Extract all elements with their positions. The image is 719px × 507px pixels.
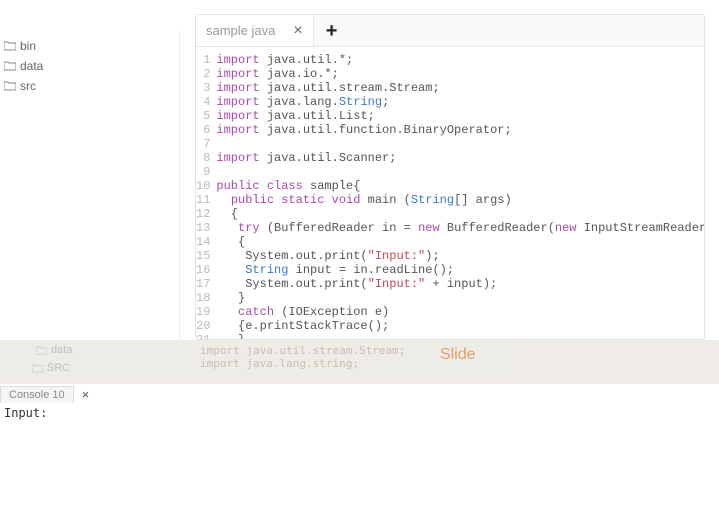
folder-item-src[interactable]: src	[0, 76, 179, 96]
console-output: Input:	[0, 404, 719, 422]
overlay-folder-data: data	[36, 344, 200, 356]
code-line: String input = in.readLine();	[216, 263, 704, 277]
code-line: import java.util.List;	[216, 109, 704, 123]
code-editor[interactable]: 123456789101112131415161718192021 import…	[196, 47, 704, 339]
code-line: import java.io.*;	[216, 67, 704, 81]
code-line	[216, 165, 704, 179]
folder-icon	[4, 41, 16, 51]
console-tabs: Console 10 ×	[0, 384, 719, 404]
folder-icon	[4, 61, 16, 71]
code-line: try (BufferedReader in = new BufferedRea…	[216, 221, 704, 235]
code-line: {	[216, 207, 704, 221]
code-line: import java.util.Scanner;	[216, 151, 704, 165]
code-line: catch (IOException e)	[216, 305, 704, 319]
tab-sample-java[interactable]: sample java ×	[196, 15, 314, 46]
console-panel: Console 10 × Input:	[0, 384, 719, 502]
code-line: }	[216, 291, 704, 305]
code-line: import java.util.*;	[216, 53, 704, 67]
code-line: import java.lang.String;	[216, 95, 704, 109]
tab-label: sample java	[206, 23, 275, 38]
close-icon[interactable]: ×	[74, 387, 98, 402]
overlay-slide: data SRC import java.util.stream.Stream;…	[0, 340, 719, 384]
sidebar: bin data src	[0, 30, 180, 340]
code-line: }	[216, 333, 704, 339]
tab-bar: sample java × +	[196, 15, 704, 47]
code-line: import java.util.stream.Stream;	[216, 81, 704, 95]
code-line: System.out.print("Input:" + input);	[216, 277, 704, 291]
line-gutter: 123456789101112131415161718192021	[196, 53, 216, 339]
folder-icon	[4, 81, 16, 91]
folder-label: bin	[20, 39, 36, 53]
slide-label: Slide	[440, 346, 476, 364]
folder-item-data[interactable]: data	[0, 56, 179, 76]
overlay-folder-src: SRC	[32, 362, 200, 374]
overlay-code: import java.util.stream.Stream;import ja…	[200, 344, 405, 370]
folder-label: src	[20, 79, 36, 93]
editor-panel: sample java × + 123456789101112131415161…	[195, 14, 705, 340]
code-line: System.out.print("Input:");	[216, 249, 704, 263]
code-lines: import java.util.*;import java.io.*;impo…	[216, 53, 704, 339]
code-line: {e.printStackTrace();	[216, 319, 704, 333]
console-tab[interactable]: Console 10	[0, 386, 74, 403]
add-tab-button[interactable]: +	[314, 21, 350, 41]
folder-item-bin[interactable]: bin	[0, 36, 179, 56]
code-line: import java.util.function.BinaryOperator…	[216, 123, 704, 137]
folder-label: data	[20, 59, 43, 73]
close-icon[interactable]: ×	[293, 23, 302, 39]
code-line: {	[216, 235, 704, 249]
code-line: public class sample{	[216, 179, 704, 193]
code-line: public static void main (String[] args)	[216, 193, 704, 207]
code-line	[216, 137, 704, 151]
